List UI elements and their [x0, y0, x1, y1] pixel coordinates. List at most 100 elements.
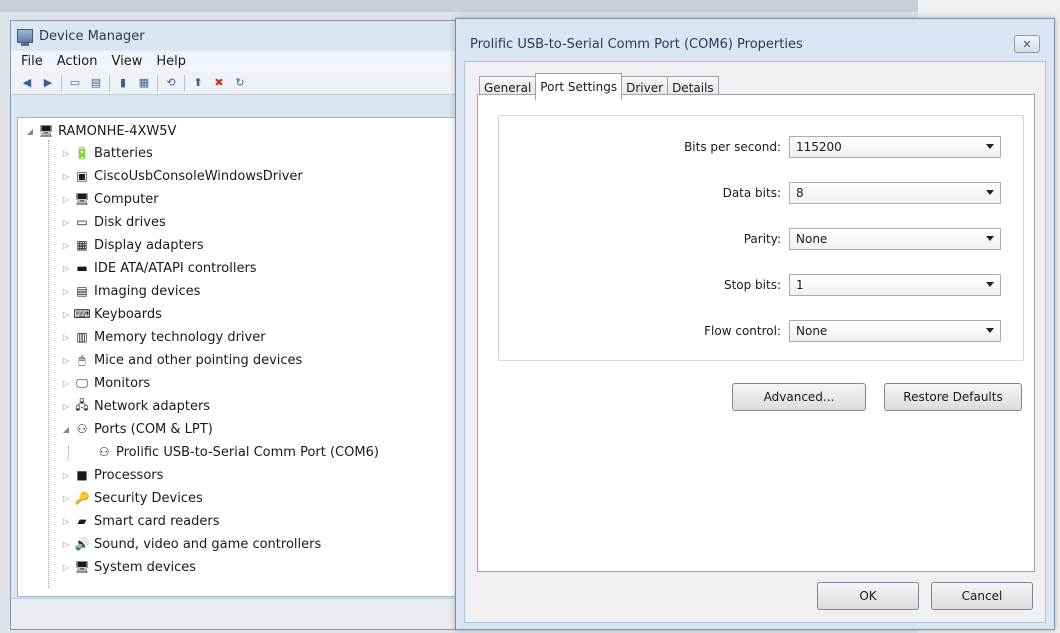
expand-arrow-icon[interactable]: ▷ — [60, 517, 72, 526]
parity-value: None — [796, 232, 828, 246]
expand-arrow-icon[interactable]: ▷ — [60, 402, 72, 411]
restore-defaults-button[interactable]: Restore Defaults — [884, 383, 1022, 411]
scan-hardware-icon[interactable]: ⟲ — [163, 75, 179, 91]
show-hide-tree-icon[interactable]: ▭ — [67, 75, 83, 91]
expand-arrow-icon[interactable]: ▷ — [60, 379, 72, 388]
flow-control-select[interactable]: None — [789, 320, 1001, 342]
expand-arrow-icon[interactable]: ▷ — [60, 287, 72, 296]
tree-item-label: CiscoUsbConsoleWindowsDriver — [94, 168, 303, 184]
tree-item[interactable]: ▷ 🖱 Mice and other pointing devices — [60, 349, 302, 371]
properties-icon[interactable]: ▤ — [88, 75, 104, 91]
update-driver-icon[interactable]: ⬆ — [190, 75, 206, 91]
expand-arrow-icon[interactable]: ▷ — [60, 218, 72, 227]
expand-arrow-icon[interactable]: ▷ — [60, 310, 72, 319]
memory-icon: ▥ — [76, 330, 88, 344]
device-manager-title-bar[interactable]: Device Manager — [17, 25, 145, 47]
parity-select[interactable]: None — [789, 228, 1001, 250]
expand-arrow-icon[interactable]: ▷ — [60, 494, 72, 503]
expand-arrow-icon[interactable]: ▷ — [60, 333, 72, 342]
expand-arrow-icon[interactable]: ▷ — [60, 172, 72, 181]
device-tree[interactable]: ◢ 🖥 RAMONHE-4XW5V ▷ 🔋 Batteries ▷ ▣ Cisc… — [17, 117, 465, 597]
bits-per-second-value: 115200 — [796, 140, 842, 154]
tree-item-ports[interactable]: ◢ ⚇ Ports (COM & LPT) — [60, 418, 213, 440]
chevron-down-icon — [986, 328, 994, 333]
tree-item[interactable]: ▷ ▰ Smart card readers — [60, 510, 220, 532]
expand-arrow-icon[interactable]: ▷ — [60, 149, 72, 158]
expand-arrow-icon[interactable]: ▷ — [60, 471, 72, 480]
tree-root[interactable]: ◢ 🖥 RAMONHE-4XW5V — [24, 120, 177, 142]
menu-help[interactable]: Help — [156, 54, 186, 69]
stop-bits-select[interactable]: 1 — [789, 274, 1001, 296]
tree-item-label: Processors — [94, 467, 164, 483]
security-device-icon: 🔑 — [74, 491, 90, 505]
display-adapter-icon: ▦ — [76, 238, 88, 252]
tree-item-label: Ports (COM & LPT) — [94, 421, 213, 437]
chevron-down-icon — [986, 190, 994, 195]
ok-button[interactable]: OK — [817, 582, 919, 610]
tree-item-label: Batteries — [94, 145, 153, 161]
tree-item-com6[interactable]: ⚇ Prolific USB-to-Serial Comm Port (COM6… — [94, 441, 379, 463]
cancel-button[interactable]: Cancel — [931, 582, 1033, 610]
tree-item[interactable]: ▷ ⌨ Keyboards — [60, 303, 162, 325]
expand-arrow-icon[interactable]: ▷ — [60, 195, 72, 204]
view-icon[interactable]: ▦ — [136, 75, 152, 91]
chevron-down-icon — [986, 282, 994, 287]
tree-item[interactable]: ▷ 🖥 Computer — [60, 188, 159, 210]
system-device-icon: 🖥 — [74, 560, 90, 574]
advanced-button[interactable]: Advanced... — [732, 383, 866, 411]
tree-item[interactable]: ▷ ▦ Display adapters — [60, 234, 204, 256]
tree-item[interactable]: ▷ ▥ Memory technology driver — [60, 326, 266, 348]
device-manager-icon — [17, 29, 33, 46]
forward-icon[interactable]: ▶ — [40, 75, 56, 91]
collapse-arrow-icon[interactable]: ◢ — [24, 127, 36, 136]
toolbar-separator — [157, 74, 158, 91]
tree-item[interactable]: ▷ ▬ IDE ATA/ATAPI controllers — [60, 257, 257, 279]
port-icon: ⚇ — [76, 422, 88, 436]
tree-item[interactable]: ▷ ▣ CiscoUsbConsoleWindowsDriver — [60, 165, 303, 187]
toolbar-separator — [109, 74, 110, 91]
expand-arrow-icon[interactable]: ▷ — [60, 241, 72, 250]
tab-port-settings[interactable]: Port Settings — [535, 73, 623, 100]
close-icon[interactable]: ✕ — [1014, 35, 1040, 53]
uninstall-icon[interactable]: ✖ — [211, 75, 227, 91]
enable-device-icon[interactable]: ↻ — [232, 75, 248, 91]
tree-item[interactable]: ▷ 🖵 Monitors — [60, 372, 150, 394]
monitor-icon: 🖵 — [76, 375, 88, 390]
tree-item[interactable]: ▷ 🖧 Network adapters — [60, 395, 210, 417]
stop-bits-value: 1 — [796, 278, 804, 292]
back-icon[interactable]: ◀ — [19, 75, 35, 91]
data-bits-select[interactable]: 8 — [789, 182, 1001, 204]
collapse-arrow-icon[interactable]: ◢ — [60, 425, 72, 434]
tree-item-label: Disk drives — [94, 214, 166, 230]
port-settings-panel: Bits per second: 115200 Data bits: 8 Par… — [477, 94, 1035, 572]
bits-per-second-select[interactable]: 115200 — [789, 136, 1001, 158]
expand-arrow-icon[interactable]: ▷ — [60, 540, 72, 549]
port-settings-group: Bits per second: 115200 Data bits: 8 Par… — [498, 115, 1024, 361]
usb-driver-icon: ▣ — [76, 169, 88, 183]
computer-icon: 🖥 — [38, 124, 54, 138]
disk-drive-icon: ▭ — [76, 215, 88, 229]
tree-item-label: Security Devices — [94, 490, 203, 506]
tree-item[interactable]: ▷ 🖥 System devices — [60, 556, 196, 578]
properties-dialog: Prolific USB-to-Serial Comm Port (COM6) … — [455, 18, 1055, 630]
help-icon[interactable]: ▮ — [115, 75, 131, 91]
menu-view[interactable]: View — [111, 54, 142, 69]
tree-item[interactable]: ▷ 🔋 Batteries — [60, 142, 153, 164]
keyboard-icon: ⌨ — [73, 307, 91, 321]
tree-item[interactable]: ▷ ■ Processors — [60, 464, 163, 486]
bits-per-second-label: Bits per second: — [684, 140, 781, 154]
tree-item[interactable]: ▷ 🔊 Sound, video and game controllers — [60, 533, 321, 555]
expand-arrow-icon[interactable]: ▷ — [60, 356, 72, 365]
flow-control-value: None — [796, 324, 828, 338]
tree-item[interactable]: ▷ 🔑 Security Devices — [60, 487, 203, 509]
tree-item[interactable]: ▷ ▤ Imaging devices — [60, 280, 201, 302]
background-strip — [0, 0, 1060, 12]
expand-arrow-icon[interactable]: ▷ — [60, 264, 72, 273]
expand-arrow-icon[interactable]: ▷ — [60, 563, 72, 572]
stop-bits-label: Stop bits: — [723, 278, 781, 292]
data-bits-value: 8 — [796, 186, 804, 200]
sound-icon: 🔊 — [74, 537, 90, 551]
tree-item[interactable]: ▷ ▭ Disk drives — [60, 211, 166, 233]
menu-file[interactable]: File — [21, 54, 43, 69]
menu-action[interactable]: Action — [57, 54, 98, 69]
